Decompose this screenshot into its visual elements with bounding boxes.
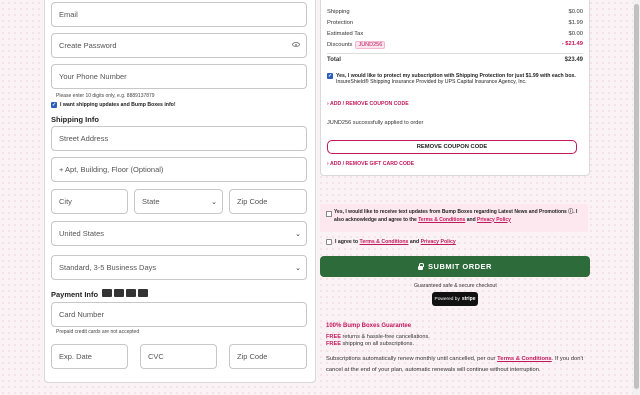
card-zip-field[interactable]: Zip Code: [229, 344, 307, 369]
sms-checkbox[interactable]: [326, 211, 332, 217]
street-address-field[interactable]: Street Address: [51, 126, 307, 151]
order-summary-panel: Shipping $0.00 Protection $1.99 Estimated …: [320, 0, 590, 176]
email-field[interactable]: Email: [51, 2, 307, 27]
eye-icon[interactable]: [292, 42, 300, 47]
submit-order-button[interactable]: SUBMIT ORDER: [320, 256, 590, 277]
protection-checkbox-row[interactable]: ✓ Yes, I would like to protect my subscr…: [327, 73, 585, 85]
phone-hint: Please enter 10 digits only, e.g. 888913…: [56, 93, 155, 99]
stripe-logo: stripe: [461, 296, 476, 302]
agree-privacy-link[interactable]: Privacy Policy: [421, 239, 456, 245]
protection-subtext: InsureShield® Shipping Insurance Provide…: [336, 79, 527, 85]
summary-row-tax: Estimated Tax $0.00: [327, 31, 583, 37]
city-field[interactable]: City: [51, 189, 128, 214]
zip-placeholder: Zip Code: [237, 197, 268, 206]
state-value: State: [142, 197, 160, 206]
renewal-terms-link[interactable]: Terms & Conditions: [497, 356, 552, 362]
sms-consent-box: Yes, I would like to receive text update…: [320, 204, 588, 232]
agree-checkbox[interactable]: [326, 239, 332, 245]
shipping-info-title: Shipping Info: [51, 115, 99, 124]
sms-consent-text: Yes, I would like to receive text update…: [334, 209, 578, 223]
remove-coupon-button[interactable]: REMOVE COUPON CODE: [327, 140, 577, 154]
agree-terms-link[interactable]: Terms & Conditions: [360, 239, 409, 245]
cvc-field[interactable]: CVC: [140, 344, 217, 369]
prepaid-note: Prepaid credit cards are not accepted: [56, 329, 140, 335]
chevron-down-icon: ⌄: [211, 198, 217, 206]
check-icon[interactable]: ✓: [51, 102, 57, 108]
agree-terms-row[interactable]: I agree to Terms & Conditions and Privac…: [326, 239, 456, 245]
guarantee-line-returns: FREE returns & hassle-free cancellations…: [326, 334, 430, 340]
cvc-placeholder: CVC: [148, 352, 164, 361]
city-placeholder: City: [59, 197, 72, 206]
mastercard-icon: [114, 289, 124, 297]
check-icon[interactable]: ✓: [327, 73, 333, 79]
chevron-down-icon: ⌄: [295, 264, 301, 272]
password-field[interactable]: Create Password: [51, 33, 307, 58]
zip-field[interactable]: Zip Code: [229, 189, 307, 214]
password-placeholder: Create Password: [59, 41, 117, 50]
discover-icon: [138, 289, 148, 297]
apt-placeholder: + Apt, Building, Floor (Optional): [59, 165, 164, 174]
summary-row-total: Total $23.49: [327, 57, 583, 63]
email-placeholder: Email: [59, 10, 78, 19]
payment-info-title: Payment Info: [51, 290, 99, 299]
summary-row-protection: Protection $1.99: [327, 20, 583, 26]
coupon-toggle-link[interactable]: › ADD / REMOVE COUPON CODE: [327, 101, 409, 107]
renewal-notice: Subscriptions automatically renew monthl…: [326, 356, 584, 373]
card-number-placeholder: Card Number: [59, 310, 105, 319]
gift-card-toggle-link[interactable]: › ADD / REMOVE GIFT CARD CODE: [327, 161, 414, 167]
shipping-method-value: Standard, 3-5 Business Days: [59, 263, 157, 272]
guarantee-title: 100% Bump Boxes Guarantee: [326, 323, 412, 329]
visa-icon: [102, 289, 112, 297]
phone-placeholder: Your Phone Number: [59, 72, 127, 81]
exp-placeholder: Exp. Date: [59, 352, 92, 361]
card-brand-icons: [102, 289, 148, 297]
summary-row-discount: Discounts JUND256 - $21.49: [327, 41, 583, 49]
street-placeholder: Street Address: [59, 134, 109, 143]
submit-label: SUBMIT ORDER: [428, 262, 492, 271]
lock-icon: [418, 262, 425, 270]
shipping-updates-label: I want shipping updates and Bump Boxes i…: [60, 102, 176, 108]
chevron-down-icon: ⌄: [295, 230, 301, 238]
card-zip-placeholder: Zip Code: [237, 352, 268, 361]
apt-field[interactable]: + Apt, Building, Floor (Optional): [51, 157, 307, 182]
summary-row-shipping: Shipping $0.00: [327, 9, 583, 15]
exp-date-field[interactable]: Exp. Date: [51, 344, 128, 369]
shipping-updates-checkbox-row[interactable]: ✓ I want shipping updates and Bump Boxes …: [51, 102, 176, 108]
phone-field[interactable]: Your Phone Number: [51, 64, 307, 89]
sms-terms-link[interactable]: Terms & Conditions: [418, 217, 465, 223]
shipping-method-select[interactable]: Standard, 3-5 Business Days ⌄: [51, 255, 307, 280]
powered-by-stripe-badge: Powered by stripe: [432, 292, 478, 306]
country-value: United States: [59, 229, 105, 238]
state-select[interactable]: State ⌄: [134, 189, 223, 214]
discount-code-badge: JUND256: [355, 41, 386, 49]
card-number-field[interactable]: Card Number: [51, 302, 307, 327]
divider: [327, 53, 583, 54]
sms-privacy-link[interactable]: Privacy Policy: [477, 217, 511, 223]
country-select[interactable]: United States ⌄: [51, 221, 307, 246]
secure-checkout-text: Guaranteed safe & secure checkout: [414, 283, 497, 289]
amex-icon: [126, 289, 136, 297]
guarantee-line-shipping: FREE shipping on all subscriptions.: [326, 341, 415, 347]
scrollbar-thumb[interactable]: [634, 4, 639, 389]
coupon-applied-message: JUND256 successfully applied to order: [327, 120, 424, 126]
